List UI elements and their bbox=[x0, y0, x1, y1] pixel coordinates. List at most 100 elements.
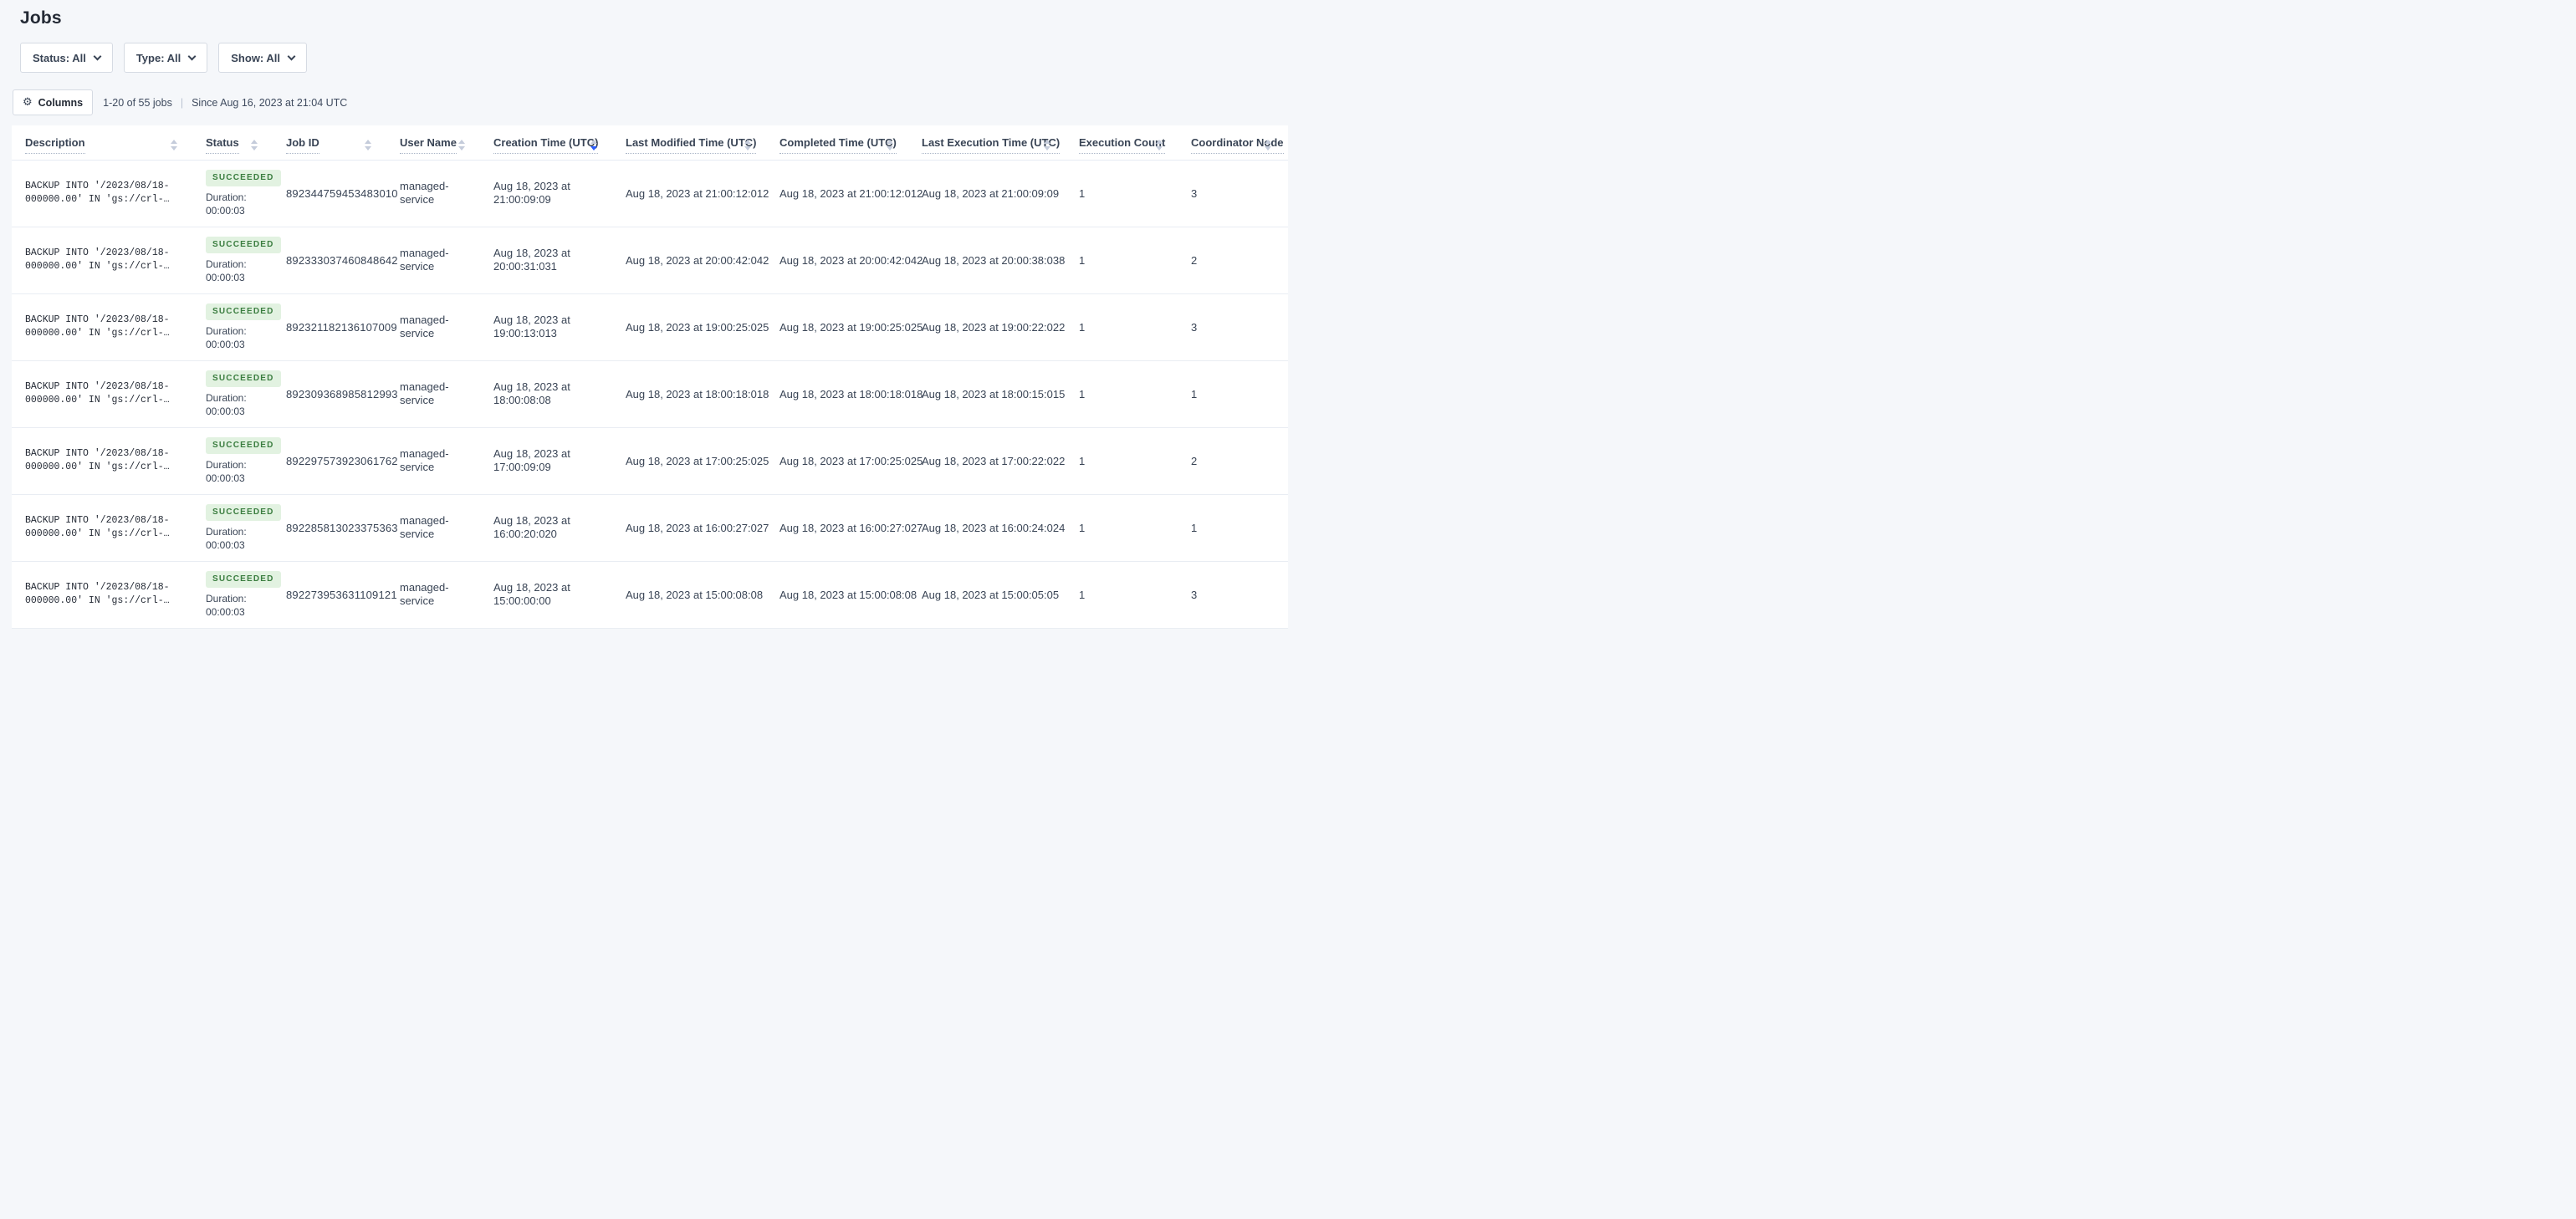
status-badge: SUCCEEDED bbox=[206, 169, 281, 186]
results-count: 1-20 of 55 jobs bbox=[103, 96, 172, 109]
column-header-execution-count[interactable]: Execution Count bbox=[1067, 125, 1179, 161]
column-header-creation-time[interactable]: Creation Time (UTC) bbox=[482, 125, 614, 161]
job-status-cell: SUCCEEDED Duration: 00:00:03 bbox=[194, 427, 281, 495]
table-row: BACKUP INTO '/2023/08/18- 000000.00' IN … bbox=[12, 160, 1288, 227]
user-name-cell: managed-service bbox=[388, 160, 482, 227]
completed-time-cell: Aug 18, 2023 at 20:00:42:042 bbox=[768, 227, 923, 294]
execution-count-cell: 1 bbox=[1067, 427, 1179, 495]
last-modified-time-cell: Aug 18, 2023 at 18:00:18:018 bbox=[614, 360, 769, 428]
column-header-last-modified-time[interactable]: Last Modified Time (UTC) bbox=[614, 125, 768, 161]
column-header-last-execution-time[interactable]: Last Execution Time (UTC) bbox=[910, 125, 1067, 161]
filter-bar: Status: All Type: All Show: All bbox=[20, 43, 1288, 73]
status-badge: SUCCEEDED bbox=[206, 370, 281, 387]
column-header-job-id[interactable]: Job ID bbox=[274, 125, 388, 161]
duration-value: 00:00:03 bbox=[206, 538, 245, 551]
last-modified-time-cell: Aug 18, 2023 at 21:00:12:012 bbox=[614, 160, 769, 227]
coordinator-node-cell: 2 bbox=[1179, 427, 1288, 495]
sort-arrows-icon[interactable] bbox=[458, 140, 465, 150]
job-description-line2: 000000.00' IN 'gs://crl-… bbox=[25, 194, 170, 205]
execution-count-cell: 1 bbox=[1067, 561, 1179, 629]
duration-value: 00:00:03 bbox=[206, 605, 245, 618]
status-filter-dropdown[interactable]: Status: All bbox=[20, 43, 113, 73]
columns-button[interactable]: ⚙ Columns bbox=[13, 89, 94, 115]
show-filter-dropdown[interactable]: Show: All bbox=[218, 43, 308, 73]
last-execution-time-cell: Aug 18, 2023 at 18:00:15:015 bbox=[910, 360, 1067, 428]
user-name-cell: managed-service bbox=[388, 293, 482, 361]
coordinator-node-cell: 3 bbox=[1179, 561, 1288, 629]
sort-arrows-icon[interactable] bbox=[365, 140, 371, 150]
creation-time-cell: Aug 18, 2023 at 15:00:00:00 bbox=[482, 561, 614, 629]
creation-time-cell: Aug 18, 2023 at 18:00:08:08 bbox=[482, 360, 614, 428]
column-header-completed-time[interactable]: Completed Time (UTC) bbox=[768, 125, 910, 161]
coordinator-node-cell: 3 bbox=[1179, 293, 1288, 361]
job-status-cell: SUCCEEDED Duration: 00:00:03 bbox=[194, 561, 281, 629]
last-execution-time-cell: Aug 18, 2023 at 15:00:05:05 bbox=[910, 561, 1067, 629]
chevron-down-icon bbox=[187, 52, 197, 61]
execution-count-cell: 1 bbox=[1067, 360, 1179, 428]
execution-count-cell: 1 bbox=[1067, 293, 1179, 361]
job-description-cell[interactable]: BACKUP INTO '/2023/08/18- 000000.00' IN … bbox=[12, 160, 194, 227]
column-header-user-name[interactable]: User Name bbox=[388, 125, 482, 161]
jobs-page: Jobs Status: All Type: All Show: All ⚙ C… bbox=[0, 8, 1288, 629]
duration-label: Duration: bbox=[206, 525, 247, 538]
duration-value: 00:00:03 bbox=[206, 271, 245, 283]
job-description-cell[interactable]: BACKUP INTO '/2023/08/18- 000000.00' IN … bbox=[12, 293, 194, 361]
sort-arrows-icon[interactable] bbox=[887, 140, 893, 150]
completed-time-cell: Aug 18, 2023 at 15:00:08:08 bbox=[768, 561, 917, 629]
chevron-down-icon bbox=[93, 52, 102, 61]
job-description-line1: BACKUP INTO '/2023/08/18- bbox=[25, 448, 170, 459]
duration-value: 00:00:03 bbox=[206, 204, 245, 217]
job-id-cell: 892285813023375363 bbox=[274, 494, 398, 562]
column-header-status[interactable]: Status bbox=[194, 125, 274, 161]
creation-time-cell: Aug 18, 2023 at 16:00:20:020 bbox=[482, 494, 614, 562]
execution-count-cell: 1 bbox=[1067, 160, 1179, 227]
job-description-cell[interactable]: BACKUP INTO '/2023/08/18- 000000.00' IN … bbox=[12, 227, 194, 294]
sort-arrows-icon-active-desc[interactable] bbox=[590, 140, 597, 150]
sort-arrows-icon[interactable] bbox=[1156, 140, 1163, 150]
status-badge: SUCCEEDED bbox=[206, 503, 281, 521]
job-status-cell: SUCCEEDED Duration: 00:00:03 bbox=[194, 494, 281, 562]
job-id-cell: 892333037460848642 bbox=[274, 227, 398, 294]
results-since: Since Aug 16, 2023 at 21:04 UTC bbox=[192, 96, 348, 109]
last-execution-time-cell: Aug 18, 2023 at 21:00:09:09 bbox=[910, 160, 1067, 227]
job-description-cell[interactable]: BACKUP INTO '/2023/08/18- 000000.00' IN … bbox=[12, 360, 194, 428]
creation-time-cell: Aug 18, 2023 at 20:00:31:031 bbox=[482, 227, 614, 294]
completed-time-cell: Aug 18, 2023 at 19:00:25:025 bbox=[768, 293, 923, 361]
duration-value: 00:00:03 bbox=[206, 472, 245, 484]
job-description-cell[interactable]: BACKUP INTO '/2023/08/18- 000000.00' IN … bbox=[12, 427, 194, 495]
page-title: Jobs bbox=[20, 8, 62, 28]
last-execution-time-cell: Aug 18, 2023 at 19:00:22:022 bbox=[910, 293, 1067, 361]
job-id-cell: 892321182136107009 bbox=[274, 293, 397, 361]
duration-value: 00:00:03 bbox=[206, 338, 245, 350]
user-name-cell: managed-service bbox=[388, 227, 482, 294]
sort-arrows-icon[interactable] bbox=[251, 140, 258, 150]
last-modified-time-cell: Aug 18, 2023 at 15:00:08:08 bbox=[614, 561, 768, 629]
table-toolbar: ⚙ Columns 1-20 of 55 jobs | Since Aug 16… bbox=[13, 89, 1288, 115]
job-description-line1: BACKUP INTO '/2023/08/18- bbox=[25, 181, 170, 191]
job-description-cell[interactable]: BACKUP INTO '/2023/08/18- 000000.00' IN … bbox=[12, 561, 194, 629]
creation-time-cell: Aug 18, 2023 at 21:00:09:09 bbox=[482, 160, 614, 227]
type-filter-dropdown[interactable]: Type: All bbox=[123, 43, 208, 73]
last-modified-time-cell: Aug 18, 2023 at 17:00:25:025 bbox=[614, 427, 769, 495]
job-description-cell[interactable]: BACKUP INTO '/2023/08/18- 000000.00' IN … bbox=[12, 494, 194, 562]
coordinator-node-cell: 1 bbox=[1179, 494, 1288, 562]
completed-time-cell: Aug 18, 2023 at 17:00:25:025 bbox=[768, 427, 923, 495]
sort-arrows-icon[interactable] bbox=[1044, 140, 1050, 150]
column-header-coordinator-node[interactable]: Coordinator Node bbox=[1179, 125, 1288, 161]
duration-label: Duration: bbox=[206, 458, 247, 471]
sort-arrows-icon[interactable] bbox=[171, 140, 177, 150]
completed-time-cell: Aug 18, 2023 at 16:00:27:027 bbox=[768, 494, 923, 562]
job-description-line1: BACKUP INTO '/2023/08/18- bbox=[25, 582, 170, 593]
chevron-down-icon bbox=[287, 52, 296, 61]
creation-time-cell: Aug 18, 2023 at 19:00:13:013 bbox=[482, 293, 614, 361]
job-description-line2: 000000.00' IN 'gs://crl-… bbox=[25, 395, 170, 405]
type-filter-label: Type: All bbox=[135, 51, 181, 64]
sort-arrows-icon[interactable] bbox=[744, 140, 751, 150]
last-modified-time-cell: Aug 18, 2023 at 20:00:42:042 bbox=[614, 227, 769, 294]
last-execution-time-cell: Aug 18, 2023 at 16:00:24:024 bbox=[910, 494, 1067, 562]
jobs-table-card: Description Status Job ID User Name Crea… bbox=[12, 125, 1288, 629]
column-header-description[interactable]: Description bbox=[12, 125, 194, 161]
user-name-cell: managed-service bbox=[388, 427, 482, 495]
sort-arrows-icon[interactable] bbox=[1265, 140, 1271, 150]
coordinator-node-cell: 2 bbox=[1179, 227, 1288, 294]
